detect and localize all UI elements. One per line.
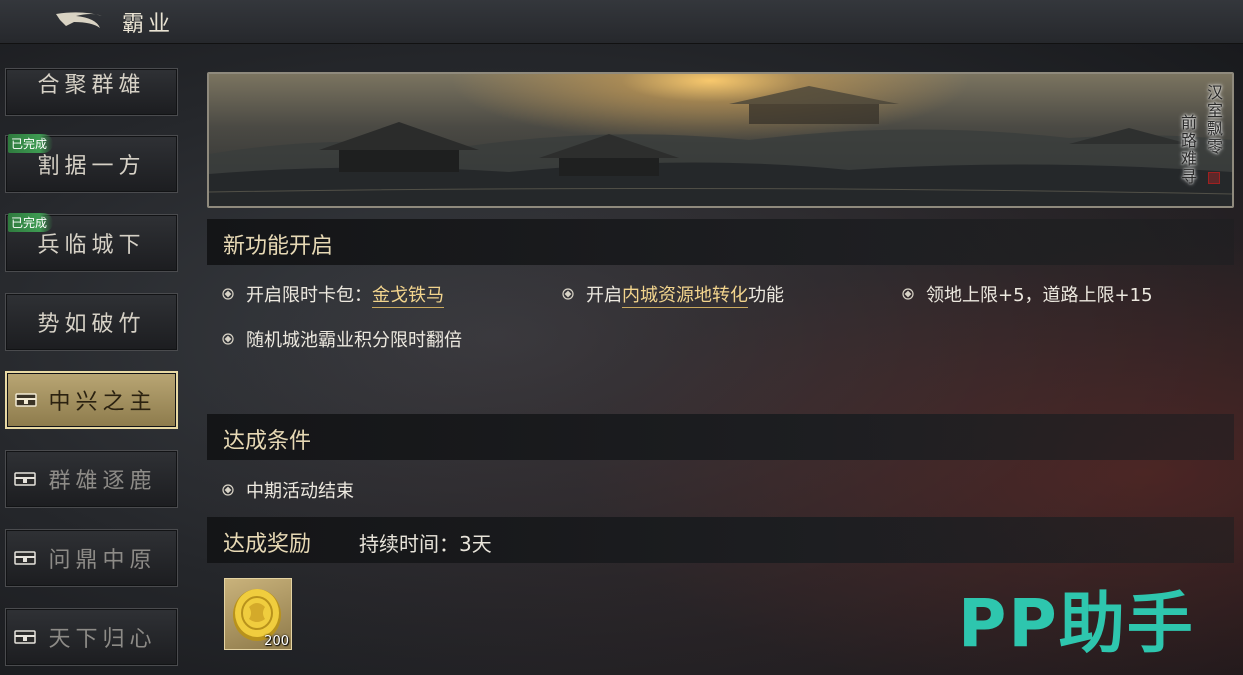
diamond-bullet-icon bbox=[562, 288, 574, 300]
conditions-title: 达成条件 bbox=[223, 429, 312, 454]
banner-caption: 汉室飘零 前路难寻 bbox=[1162, 80, 1228, 200]
nav-item-heju-qunxiong[interactable]: 合聚群雄 bbox=[5, 68, 178, 116]
nav-item-tianxia-guixin[interactable]: 天下归心 bbox=[5, 608, 178, 666]
back-arrow-icon bbox=[56, 12, 102, 28]
condition-item: 中期活动结束 bbox=[222, 477, 354, 503]
top-bar: 霸业 bbox=[0, 0, 1243, 44]
diamond-bullet-icon bbox=[222, 484, 234, 496]
feature-item: 开启内城资源地转化功能 bbox=[562, 281, 784, 308]
nav-item-shiru-pozhu[interactable]: 势如破竹 bbox=[5, 293, 178, 351]
feature-text: 开启限时卡包： bbox=[246, 285, 372, 306]
diamond-bullet-icon bbox=[902, 288, 914, 300]
nav-item-label: 天下归心 bbox=[48, 627, 157, 652]
nav-item-wending-zhongyuan[interactable]: 问鼎中原 bbox=[5, 529, 178, 587]
conditions-section-header: 达成条件 bbox=[207, 414, 1234, 460]
nav-item-geju-yifang[interactable]: 已完成 割据一方 bbox=[5, 134, 178, 193]
watermark-logo: PP助手 bbox=[958, 585, 1195, 662]
banner-caption-line-1: 汉室飘零 bbox=[1204, 84, 1223, 156]
nav-item-zhongxing-zhizhu[interactable]: 中兴之主 bbox=[5, 371, 178, 429]
nav-item-label: 势如破竹 bbox=[37, 312, 146, 337]
nav-item-label: 合聚群雄 bbox=[37, 73, 146, 98]
diamond-bullet-icon bbox=[222, 288, 234, 300]
palace-landscape-illustration bbox=[209, 86, 1232, 206]
nav-item-label: 割据一方 bbox=[37, 154, 146, 179]
card-pack-link[interactable]: 金戈铁马 bbox=[372, 285, 444, 308]
nav-item-label: 兵临城下 bbox=[37, 233, 146, 258]
rewards-title: 达成奖励 bbox=[223, 532, 312, 557]
nav-item-label: 问鼎中原 bbox=[48, 548, 157, 573]
resource-conversion-link[interactable]: 内城资源地转化 bbox=[622, 285, 748, 308]
reward-item-gold[interactable]: 200 bbox=[224, 578, 292, 650]
feature-item: 随机城池霸业积分限时翻倍 bbox=[222, 326, 462, 352]
rewards-section-header: 达成奖励 持续时间：3天 bbox=[207, 517, 1234, 563]
condition-text: 中期活动结束 bbox=[246, 481, 354, 502]
red-seal-icon bbox=[1208, 172, 1220, 184]
banner-caption-line-2: 前路难寻 bbox=[1178, 114, 1197, 186]
chapter-banner-image: 汉室飘零 前路难寻 bbox=[207, 72, 1234, 208]
feature-text-suffix: 功能 bbox=[748, 285, 784, 306]
back-button[interactable] bbox=[52, 6, 110, 36]
nav-item-label: 群雄逐鹿 bbox=[48, 469, 157, 494]
feature-item: 开启限时卡包：金戈铁马 bbox=[222, 281, 444, 308]
diamond-bullet-icon bbox=[222, 333, 234, 345]
reward-count: 200 bbox=[264, 634, 289, 649]
feature-text: 随机城池霸业积分限时翻倍 bbox=[246, 330, 462, 351]
page-title: 霸业 bbox=[122, 12, 175, 37]
duration-label: 持续时间：3天 bbox=[359, 532, 492, 556]
feature-item: 领地上限+5，道路上限+15 bbox=[902, 281, 1153, 307]
feature-text: 领地上限+5，道路上限+15 bbox=[926, 285, 1153, 306]
nav-item-label: 中兴之主 bbox=[48, 390, 157, 415]
nav-item-qunxiong-zhulu[interactable]: 群雄逐鹿 bbox=[5, 450, 178, 508]
features-section-header: 新功能开启 bbox=[207, 219, 1234, 265]
feature-text: 开启 bbox=[586, 285, 622, 306]
nav-item-binglin-chengxia[interactable]: 已完成 兵临城下 bbox=[5, 213, 178, 272]
features-title: 新功能开启 bbox=[223, 234, 334, 259]
